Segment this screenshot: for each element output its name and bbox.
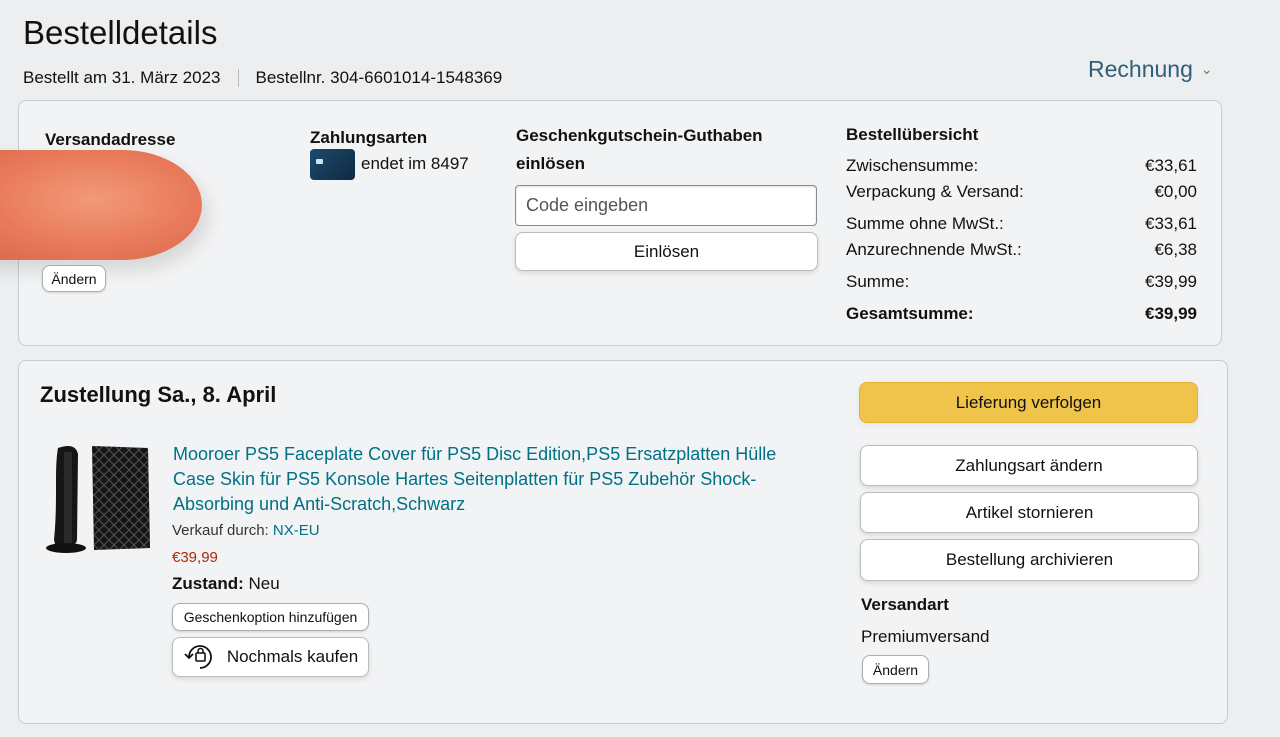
gift-code-input[interactable]: Code eingeben <box>515 185 817 226</box>
summary-row-vat: Anzurechnende MwSt.: €6,38 <box>846 240 1197 260</box>
summary-value: €0,00 <box>1154 182 1197 201</box>
summary-label: Verpackung & Versand: <box>846 182 1024 201</box>
order-summary-title: Bestellübersicht <box>846 125 979 144</box>
summary-label: Summe ohne MwSt.: <box>846 214 1004 233</box>
summary-value: €39,99 <box>1145 304 1197 323</box>
payment-methods-label: Zahlungsarten <box>310 128 428 147</box>
condition-label: Zustand: <box>172 574 244 593</box>
order-meta: Bestellt am 31. März 2023 Bestellnr. 304… <box>23 68 502 88</box>
shipping-address-label: Versandadresse <box>45 130 176 149</box>
summary-value: €6,38 <box>1154 240 1197 259</box>
product-image[interactable] <box>44 440 154 555</box>
seller-link[interactable]: NX-EU <box>273 522 320 539</box>
delivery-title: Zustellung Sa., 8. April <box>40 382 277 407</box>
ps5-faceplate-icon <box>46 446 150 553</box>
card-ending: endet im 8497 <box>361 154 469 173</box>
archive-order-button[interactable]: Bestellung archivieren <box>860 539 1199 581</box>
condition: Zustand: Neu <box>172 574 280 594</box>
summary-value: €33,61 <box>1145 214 1197 233</box>
invoice-label: Rechnung <box>1088 56 1193 82</box>
gift-card-label-line1: Geschenkgutschein-Guthaben <box>516 126 763 145</box>
gift-card-label-line2: einlösen <box>516 154 585 173</box>
shipping-method-value: Premiumversand <box>861 627 990 646</box>
order-number: Bestellnr. 304-6601014-1548369 <box>255 68 503 87</box>
summary-value: €39,99 <box>1145 272 1197 291</box>
track-package-button[interactable]: Lieferung verfolgen <box>859 382 1198 423</box>
summary-row-total: Gesamtsumme: €39,99 <box>846 304 1197 324</box>
summary-label: Gesamtsumme: <box>846 304 974 323</box>
summary-row-sum: Summe: €39,99 <box>846 272 1197 292</box>
change-shipping-button[interactable]: Ändern <box>862 655 929 684</box>
summary-row-subtotal: Zwischensumme: €33,61 <box>846 156 1197 176</box>
change-address-button[interactable]: Ändern <box>42 265 106 292</box>
condition-value: Neu <box>248 574 280 593</box>
order-date: Bestellt am 31. März 2023 <box>23 68 221 87</box>
summary-label: Summe: <box>846 272 910 291</box>
buy-again-button[interactable]: Nochmals kaufen <box>172 637 369 677</box>
summary-row-net: Summe ohne MwSt.: €33,61 <box>846 214 1197 234</box>
invoice-dropdown[interactable]: Rechnung ⌄ <box>1088 56 1213 83</box>
buy-again-icon <box>183 642 217 672</box>
add-gift-option-button[interactable]: Geschenkoption hinzufügen <box>172 603 369 631</box>
seller-info: Verkauf durch: NX-EU <box>172 522 320 539</box>
buy-again-label: Nochmals kaufen <box>226 647 359 666</box>
summary-label: Anzurechnende MwSt.: <box>846 240 1022 259</box>
redeem-button[interactable]: Einlösen <box>515 232 818 271</box>
cancel-item-button[interactable]: Artikel stornieren <box>860 492 1199 533</box>
product-price: €39,99 <box>172 549 218 566</box>
chevron-down-icon: ⌄ <box>1200 61 1213 77</box>
summary-label: Zwischensumme: <box>846 156 979 175</box>
change-payment-button[interactable]: Zahlungsart ändern <box>860 445 1198 486</box>
product-title-link[interactable]: Mooroer PS5 Faceplate Cover für PS5 Disc… <box>173 442 803 517</box>
summary-value: €33,61 <box>1145 156 1197 175</box>
shipping-method-label: Versandart <box>861 595 949 614</box>
summary-row-shipping: Verpackung & Versand: €0,00 <box>846 182 1197 202</box>
finger-overlay <box>0 150 202 260</box>
credit-card-icon <box>310 149 355 180</box>
sold-by-label: Verkauf durch: <box>172 522 269 539</box>
divider <box>238 69 240 87</box>
page-title: Bestelldetails <box>23 14 218 51</box>
